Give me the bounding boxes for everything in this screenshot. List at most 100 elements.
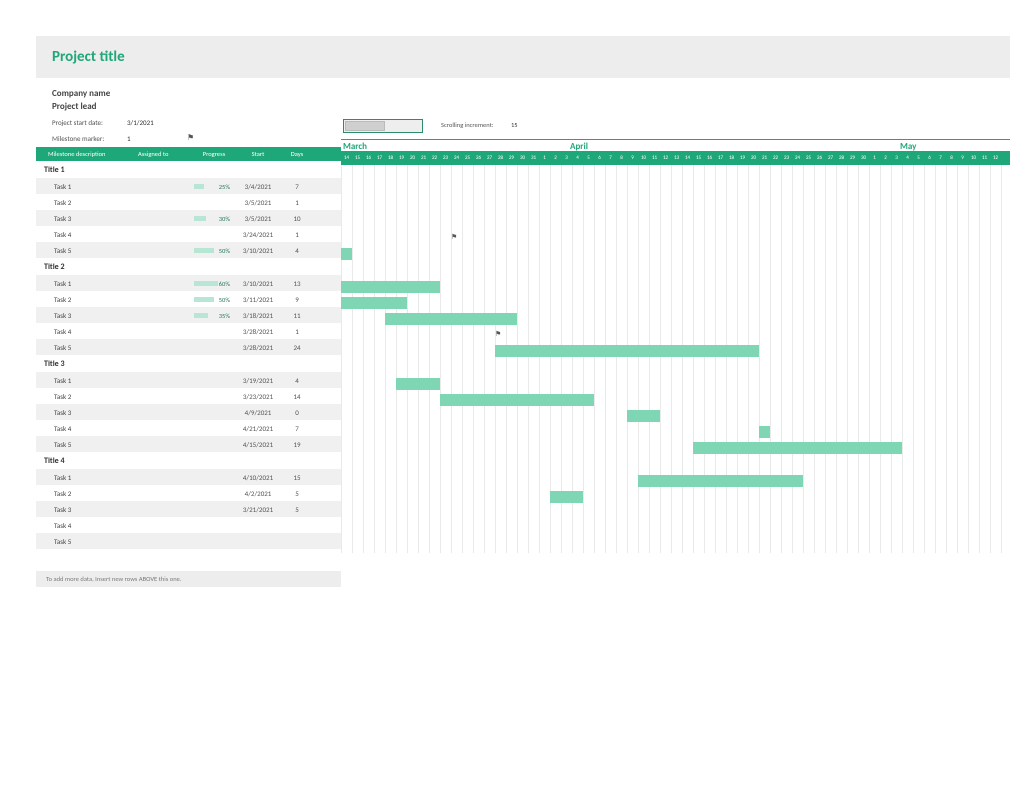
task-name: Task 3 bbox=[54, 505, 138, 514]
task-row[interactable]: Task 23/5/20211 bbox=[36, 194, 341, 210]
task-name: Task 5 bbox=[54, 440, 138, 449]
day-header-cell: 22 bbox=[770, 155, 781, 162]
gantt-bar[interactable] bbox=[638, 475, 803, 487]
task-days: 1 bbox=[282, 327, 312, 336]
start-date-value[interactable]: 3/1/2021 bbox=[127, 118, 187, 127]
task-row[interactable]: Task 53/28/202124 bbox=[36, 339, 341, 355]
task-days: 0 bbox=[282, 408, 312, 417]
milestone-value[interactable]: 1 bbox=[127, 134, 187, 143]
day-header-cell: 28 bbox=[836, 155, 847, 162]
scroll-thumb[interactable] bbox=[345, 121, 385, 131]
task-row[interactable]: Task 44/21/20217 bbox=[36, 420, 341, 436]
task-name: Task 3 bbox=[54, 408, 138, 417]
day-header-cell: 12 bbox=[660, 155, 671, 162]
gantt-bar[interactable] bbox=[341, 281, 440, 293]
day-header-cell: 7 bbox=[605, 155, 616, 162]
gantt-bar[interactable] bbox=[627, 410, 660, 422]
gantt-bar[interactable] bbox=[550, 491, 583, 503]
task-row[interactable]: Task 5 bbox=[36, 533, 341, 549]
scroll-label: Scrolling increment: bbox=[441, 121, 494, 129]
day-header-cell: 23 bbox=[781, 155, 792, 162]
gantt-row: ⚑ bbox=[341, 327, 1010, 343]
task-name: Task 1 bbox=[54, 376, 138, 385]
task-row[interactable]: Task 43/24/20211 bbox=[36, 226, 341, 242]
gantt-bar[interactable] bbox=[495, 345, 759, 357]
day-header-cell: 8 bbox=[616, 155, 627, 162]
task-name: Task 2 bbox=[54, 489, 138, 498]
gantt-bar[interactable] bbox=[385, 313, 517, 325]
task-days: 10 bbox=[282, 214, 312, 223]
scroll-value[interactable]: 15 bbox=[511, 121, 518, 129]
gantt-row bbox=[341, 198, 1010, 214]
gantt-row bbox=[341, 473, 1010, 489]
task-progress: 50% bbox=[194, 246, 234, 255]
task-name: Task 2 bbox=[54, 295, 138, 304]
task-row[interactable]: Task 4 bbox=[36, 517, 341, 533]
gantt-row bbox=[341, 311, 1010, 327]
task-start: 3/23/2021 bbox=[234, 392, 282, 401]
milestone-flag-icon: ⚑ bbox=[495, 329, 501, 338]
gantt-bar[interactable] bbox=[440, 394, 594, 406]
task-row[interactable]: Task 550%3/10/20214 bbox=[36, 242, 341, 258]
gantt-bar[interactable] bbox=[341, 248, 352, 260]
footnote: To add more data, Insert new rows ABOVE … bbox=[36, 571, 341, 587]
task-name: Task 3 bbox=[54, 311, 138, 320]
task-start: 3/21/2021 bbox=[234, 505, 282, 514]
task-row[interactable]: Task 160%3/10/202113 bbox=[36, 275, 341, 291]
task-days: 11 bbox=[282, 311, 312, 320]
gantt-row bbox=[341, 295, 1010, 311]
task-row[interactable]: Task 33/21/20215 bbox=[36, 501, 341, 517]
day-header-cell: 26 bbox=[473, 155, 484, 162]
task-name: Task 1 bbox=[54, 279, 138, 288]
task-start: 3/28/2021 bbox=[234, 327, 282, 336]
gantt-row bbox=[341, 424, 1010, 440]
scroll-slider[interactable] bbox=[343, 119, 423, 133]
task-row[interactable]: Task 43/28/20211 bbox=[36, 323, 341, 339]
task-start: 3/18/2021 bbox=[234, 311, 282, 320]
day-header-cell: 21 bbox=[418, 155, 429, 162]
day-header-cell: 11 bbox=[649, 155, 660, 162]
task-progress: 25% bbox=[194, 182, 234, 191]
gantt-bar[interactable] bbox=[396, 378, 440, 390]
day-header-cell: 3 bbox=[891, 155, 902, 162]
day-header-cell: 29 bbox=[506, 155, 517, 162]
month-march: March bbox=[341, 141, 568, 151]
day-header-cell: 27 bbox=[484, 155, 495, 162]
task-row[interactable]: Task 24/2/20215 bbox=[36, 485, 341, 501]
task-days: 9 bbox=[282, 295, 312, 304]
task-start: 4/10/2021 bbox=[234, 473, 282, 482]
task-days: 5 bbox=[282, 489, 312, 498]
task-row[interactable]: Task 54/15/202119 bbox=[36, 436, 341, 452]
task-progress: 60% bbox=[194, 279, 234, 288]
gantt-bar[interactable] bbox=[759, 426, 770, 438]
task-start: 3/11/2021 bbox=[234, 295, 282, 304]
gantt-row bbox=[341, 182, 1010, 198]
task-start: 4/21/2021 bbox=[234, 424, 282, 433]
gantt-row bbox=[341, 343, 1010, 359]
day-header-cell: 2 bbox=[880, 155, 891, 162]
day-header-cell: 31 bbox=[528, 155, 539, 162]
task-days: 4 bbox=[282, 376, 312, 385]
task-row[interactable]: Task 335%3/18/202111 bbox=[36, 307, 341, 323]
project-title: Project title bbox=[52, 48, 994, 66]
gantt-bar[interactable] bbox=[693, 442, 902, 454]
month-header: March April May bbox=[341, 139, 1010, 151]
task-row[interactable]: Task 14/10/202115 bbox=[36, 469, 341, 485]
gantt-bar[interactable] bbox=[341, 297, 407, 309]
task-row[interactable]: Task 2 50%3/11/20219 bbox=[36, 291, 341, 307]
day-header-cell: 16 bbox=[704, 155, 715, 162]
task-progress: 50% bbox=[194, 295, 234, 304]
task-row[interactable]: Task 125%3/4/20217 bbox=[36, 178, 341, 194]
task-start: 3/24/2021 bbox=[234, 230, 282, 239]
day-header-cell: 5 bbox=[583, 155, 594, 162]
task-row[interactable]: Task 34/9/20210 bbox=[36, 404, 341, 420]
task-row[interactable]: Task 330%3/5/202110 bbox=[36, 210, 341, 226]
day-header-cell: 4 bbox=[572, 155, 583, 162]
gantt-chart: ⚑⚑ bbox=[341, 165, 1010, 553]
gantt-row bbox=[341, 440, 1010, 456]
day-header-cell: 12 bbox=[990, 155, 1001, 162]
task-name: Task 3 bbox=[54, 214, 138, 223]
task-row[interactable]: Task 13/19/20214 bbox=[36, 372, 341, 388]
day-header-cell: 23 bbox=[440, 155, 451, 162]
task-row[interactable]: Task 23/23/202114 bbox=[36, 388, 341, 404]
